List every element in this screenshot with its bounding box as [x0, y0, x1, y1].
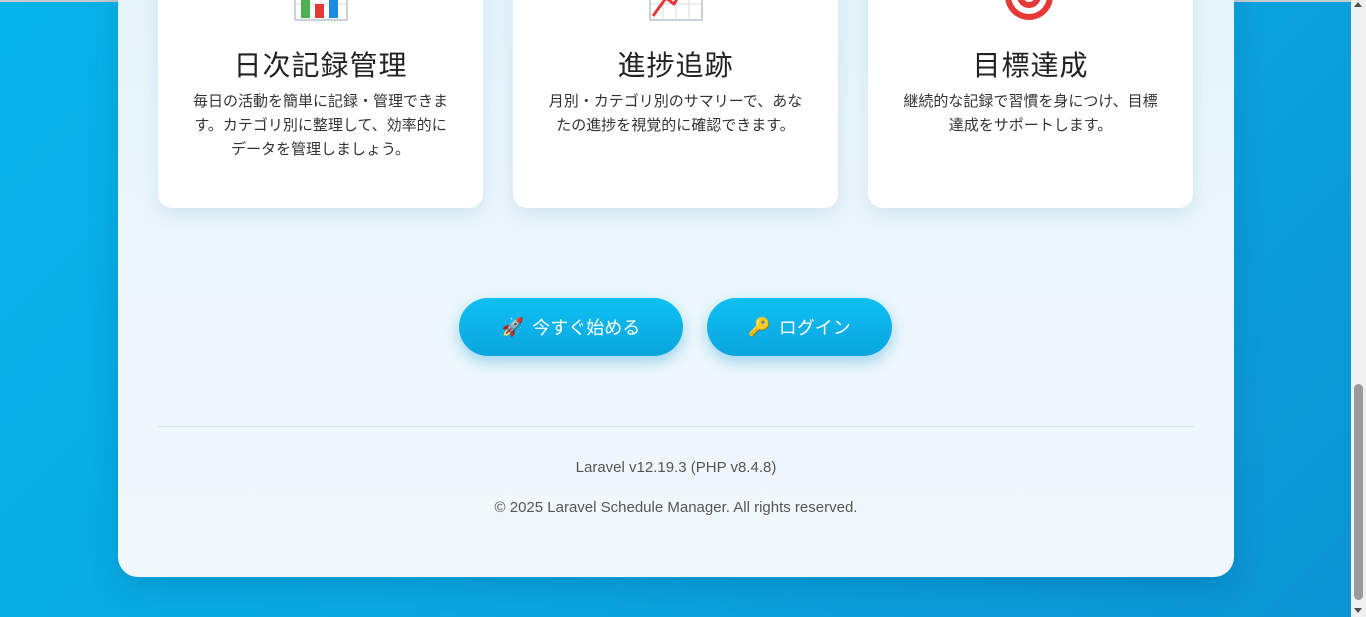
key-icon: 🔑 — [748, 316, 771, 338]
scroll-up-arrow-icon[interactable] — [1354, 2, 1362, 7]
feature-title: 進捗追跡 — [617, 49, 734, 82]
login-label: ログイン — [778, 318, 851, 339]
footer-divider — [158, 426, 1194, 427]
feature-card-progress: 進捗追跡 月別・カテゴリ別のサマリーで、あなたの進捗を視覚的に確認できます。 — [513, 0, 838, 208]
scroll-down-arrow-icon[interactable] — [1354, 608, 1362, 613]
feature-description: 月別・カテゴリ別のサマリーで、あなたの進捗を視覚的に確認できます。 — [548, 92, 803, 134]
feature-description: 継続的な記録で習慣を身につけ、目標達成をサポートします。 — [903, 92, 1158, 134]
target-icon — [1004, 0, 1053, 20]
version-text: Laravel v12.19.3 (PHP v8.4.8) — [575, 459, 777, 476]
feature-card-goal: 目標達成 継続的な記録で習慣を身につけ、目標達成をサポートします。 — [868, 0, 1193, 208]
feature-card-daily-record: 日次記録管理 毎日の活動を簡単に記録・管理できます。カテゴリ別に整理して、効率的… — [158, 0, 483, 208]
login-button[interactable]: 🔑 ログイン — [707, 298, 892, 356]
feature-title: 日次記録管理 — [233, 49, 408, 82]
start-now-label: 今すぐ始める — [532, 318, 641, 339]
start-now-button[interactable]: 🚀 今すぐ始める — [459, 298, 683, 356]
feature-title: 目標達成 — [972, 49, 1089, 82]
bar-chart-icon — [293, 0, 348, 21]
vertical-scrollbar[interactable] — [1351, 0, 1366, 617]
content-panel: 日次記録管理 毎日の活動を簡単に記録・管理できます。カテゴリ別に整理して、効率的… — [118, 0, 1234, 577]
copyright-text: © 2025 Laravel Schedule Manager. All rig… — [494, 499, 858, 516]
trend-chart-icon — [648, 0, 703, 21]
feature-description: 毎日の活動を簡単に記録・管理できます。カテゴリ別に整理して、効率的にデータを管理… — [192, 92, 448, 158]
scrollbar-thumb[interactable] — [1354, 384, 1363, 600]
rocket-icon: 🚀 — [501, 316, 525, 338]
